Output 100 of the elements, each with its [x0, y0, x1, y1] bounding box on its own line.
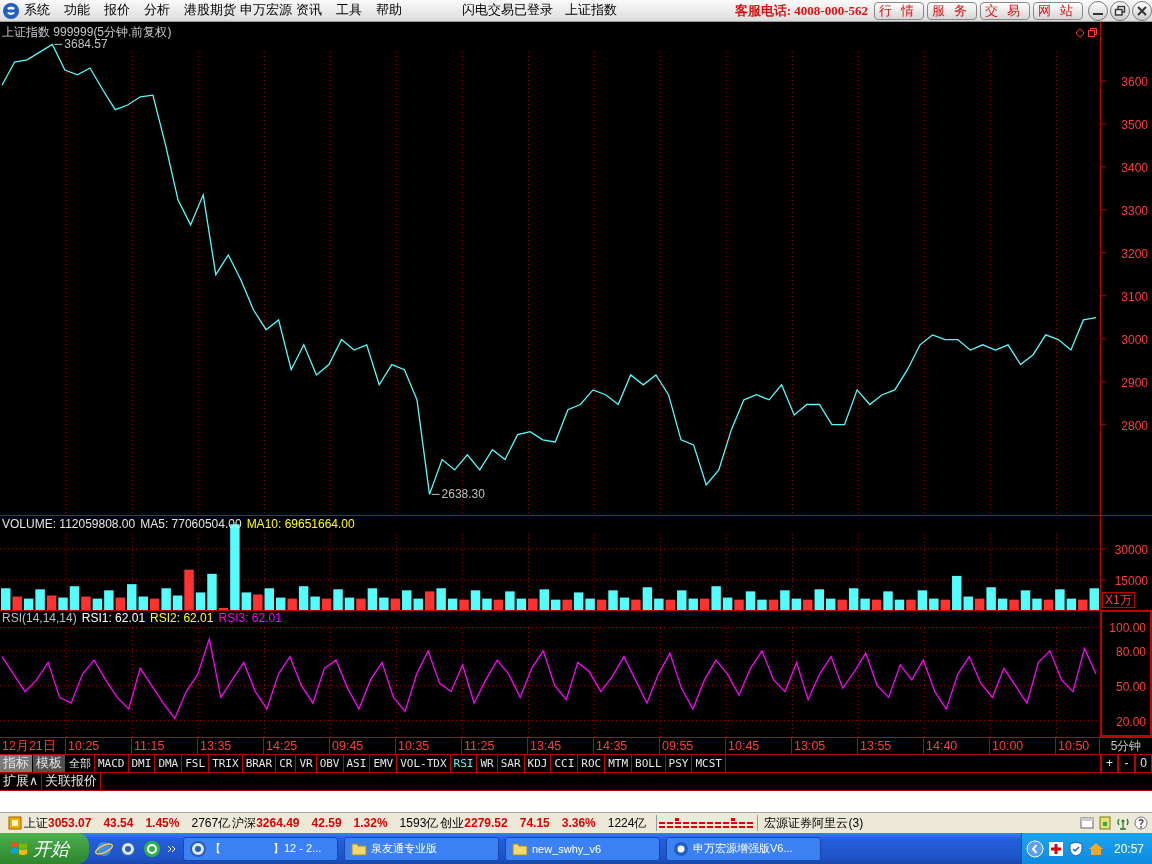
time-label: 09:55 [660, 738, 726, 754]
restore-icon [1114, 4, 1126, 17]
indicator-readout: VOLUME: 112059808.00 [2, 517, 136, 531]
status-text: 闪电交易已登录 [462, 2, 553, 19]
axis-label: 30000 [1114, 543, 1148, 558]
taskbar-button[interactable]: 申万宏源增强版V6... [666, 836, 821, 861]
index-price: 2279.52 [464, 816, 508, 830]
bottom-tab[interactable]: 关联报价 [42, 773, 102, 790]
index-turnover: 2767亿 [191, 814, 231, 832]
start-button[interactable]: 开始 [0, 833, 89, 864]
axis-label: 50.00 [1115, 679, 1146, 694]
indicator-readout: MA10: 69651664.00 [246, 517, 355, 531]
indicator-readout: RSI1: 62.01 [81, 611, 146, 625]
axis-label: 2800 [1121, 418, 1148, 433]
shield-icon[interactable] [1067, 840, 1084, 857]
antenna-icon[interactable] [1116, 816, 1130, 830]
indicator-tab[interactable]: TRIX [209, 755, 243, 772]
taskbar-button[interactable]: 【 】12 - 2... [183, 836, 338, 861]
chevron-icon[interactable] [167, 843, 177, 854]
volume-bar [551, 599, 561, 611]
close-icon [1136, 4, 1148, 17]
price-annotation: 3684.57 [53, 37, 108, 52]
axis-label: 100.00 [1109, 621, 1146, 636]
period-label[interactable]: 5分钟 [1099, 738, 1152, 754]
menu-item[interactable]: 资讯 [296, 2, 336, 19]
zoom-button[interactable]: - [1118, 755, 1135, 772]
minimize-button[interactable] [1088, 0, 1108, 21]
restore-button[interactable] [1110, 0, 1130, 21]
clock: 20:57 [1113, 841, 1144, 856]
folder-icon [512, 841, 528, 856]
index-percent: 1.32% [353, 816, 388, 830]
indicator-tab[interactable]: BOLL [632, 755, 666, 772]
indicator-tab[interactable]: VOL-TDX [397, 755, 451, 772]
ring-icon [190, 840, 206, 857]
menu-item[interactable]: 港股期货 [184, 2, 240, 19]
indicator-tab[interactable]: MTM [605, 755, 633, 772]
price-annotation: 2638.30 [431, 487, 485, 502]
indicator-tab[interactable]: VR [296, 755, 317, 772]
index-turnover: 1224亿 [607, 814, 647, 832]
menu-item[interactable]: 申万宏源 [240, 2, 296, 19]
time-label: 14:25 [264, 738, 330, 754]
minimize-icon [1093, 13, 1103, 15]
help-icon[interactable] [1134, 816, 1148, 830]
taskbar-button[interactable]: 泉友通专业版 [344, 836, 499, 861]
diamond-and-window-icon[interactable] [1076, 28, 1098, 38]
index-percent: 3.36% [561, 816, 596, 830]
taskbar-button[interactable]: new_swhy_v6 [505, 836, 660, 861]
indicator-tab[interactable]: 全部 [66, 755, 95, 772]
indicator-tab[interactable]: MCST [692, 755, 726, 772]
index-name: 上证 [24, 814, 48, 832]
axis-label: 15000 [1114, 574, 1148, 588]
signal-meter-icon [656, 815, 759, 831]
quick-button[interactable]: 交易 [980, 1, 1030, 20]
time-label: 14:40 [924, 738, 990, 754]
index-price: 3053.07 [48, 816, 92, 830]
axis-label: 20.00 [1115, 714, 1146, 729]
quick-button[interactable]: 网站 [1033, 1, 1083, 20]
quick-button[interactable]: 服务 [927, 1, 977, 20]
server-name: 宏源证券阿里云(3) [764, 814, 864, 832]
menu-item[interactable]: 工具 [336, 2, 376, 19]
index-change: 42.59 [311, 816, 342, 830]
quick-button[interactable]: 行情 [874, 1, 924, 20]
time-label: 10:00 [990, 738, 1056, 754]
time-label: 10:50 [1056, 738, 1100, 754]
volume-bar [276, 597, 286, 611]
status-text: 上证指数 [565, 2, 617, 19]
time-label: 09:45 [330, 738, 396, 754]
zoom-button[interactable]: + [1101, 755, 1118, 772]
bottom-tab[interactable]: 扩展∧ [0, 773, 43, 790]
time-label: 13:05 [792, 738, 858, 754]
time-label: 14:35 [594, 738, 660, 754]
chevron-icon[interactable] [1025, 839, 1044, 858]
indicator-tab[interactable]: WR [477, 755, 498, 772]
hotline-text: 客服电话: 4008-000-562 [734, 1, 868, 20]
unit-label: X1万 [1102, 592, 1135, 608]
square-icon[interactable] [8, 816, 22, 830]
menu-item[interactable]: 功能 [64, 2, 104, 19]
indicator-readout: RSI(14,14,14) [2, 611, 77, 625]
index-name: 创业 [440, 814, 465, 832]
axis-label: 3100 [1121, 289, 1148, 304]
panel-tab[interactable]: 模板 [33, 755, 66, 772]
indicator-tab[interactable]: ASI [343, 755, 371, 772]
menu-item[interactable]: 分析 [144, 2, 184, 19]
axis-label: 80.00 [1115, 644, 1146, 659]
indicator-tab[interactable]: MACD [95, 755, 129, 772]
index-change: 43.54 [103, 816, 134, 830]
time-label: 11:15 [132, 738, 198, 754]
zoom-button[interactable]: 0 [1135, 755, 1152, 772]
volume-bar [253, 594, 263, 611]
cross-icon[interactable] [1047, 840, 1064, 857]
indicator-readout: RSI2: 62.01 [150, 611, 214, 625]
time-label: 10:45 [726, 738, 792, 754]
time-label: 10:35 [396, 738, 462, 754]
axis-label: 3300 [1121, 203, 1148, 218]
menu-item[interactable]: 帮助 [376, 2, 416, 19]
panel-tab[interactable]: 指标 [0, 755, 33, 772]
close-button[interactable] [1132, 0, 1152, 21]
menu-item[interactable]: 系统 [24, 2, 64, 19]
time-label: 13:35 [198, 738, 264, 754]
menu-item[interactable]: 报价 [104, 2, 144, 19]
